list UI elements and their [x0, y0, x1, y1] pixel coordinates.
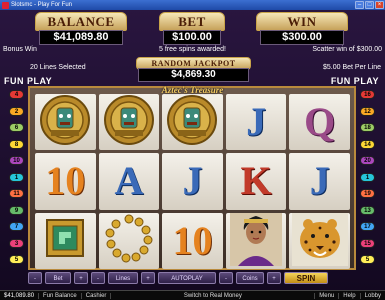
bet-increase-button[interactable]: +: [74, 272, 88, 284]
payline-marker[interactable]: 5: [9, 255, 24, 264]
win-meter: WIN $300.00: [256, 12, 348, 46]
reel-cell: 10: [35, 153, 96, 210]
card-symbol: 10: [45, 158, 86, 204]
payline-marker[interactable]: 9: [9, 205, 24, 215]
payline-marker[interactable]: 4: [9, 90, 24, 99]
gold-necklace-symbol: [102, 213, 156, 269]
payline-marker[interactable]: 12: [360, 106, 375, 116]
free-spins-text: 5 free spins awarded!: [159, 46, 226, 53]
card-symbol: K: [240, 158, 272, 204]
lines-selected-text: 20 Lines Selected: [30, 64, 86, 71]
lines-decrease-button[interactable]: -: [91, 272, 105, 284]
gold-idol-symbol: [103, 94, 155, 150]
payline-marker[interactable]: 7: [9, 222, 24, 231]
help-link[interactable]: Help: [339, 293, 361, 299]
random-jackpot-value: $4,869.30: [138, 68, 249, 82]
reel-cell: 10: [162, 212, 223, 269]
switch-real-money-link[interactable]: Switch to Real Money: [111, 293, 316, 299]
card-symbol: J: [309, 158, 330, 204]
reel-cell: [98, 94, 160, 151]
slot-game-window: Slotsmc - Play For Fun – □ × BALANCE $41…: [0, 0, 385, 300]
reel-cell: [35, 94, 96, 151]
close-button[interactable]: ×: [375, 1, 384, 9]
autoplay-button[interactable]: AUTOPLAY: [158, 272, 216, 284]
reel-cell: J: [289, 153, 350, 210]
status-balance-label: Fun Balance: [39, 293, 82, 299]
gold-idol-symbol: [39, 94, 91, 150]
coins-decrease-button[interactable]: -: [219, 272, 233, 284]
balance-value: $41,089.80: [39, 30, 123, 45]
reel-cell: [98, 212, 160, 269]
coins-increase-button[interactable]: +: [267, 272, 281, 284]
payline-marker[interactable]: 10: [9, 156, 24, 165]
game-logo: Aztec's Treasure: [161, 85, 224, 95]
bet-value: $100.00: [163, 30, 221, 45]
payline-marker[interactable]: 14: [360, 139, 375, 149]
payline-marker[interactable]: 6: [9, 123, 24, 132]
bet-label: BET: [159, 12, 225, 31]
payline-marker[interactable]: 13: [360, 205, 375, 215]
lobby-link[interactable]: Lobby: [361, 293, 385, 299]
payline-marker[interactable]: 17: [360, 222, 375, 231]
lines-button[interactable]: Lines: [108, 272, 138, 284]
bet-decrease-button[interactable]: -: [28, 272, 42, 284]
bonus-win-text: Bonus Win: [3, 46, 37, 53]
scatter-win-text: Scatter win of $300.00: [312, 46, 382, 53]
minimize-button[interactable]: –: [355, 1, 364, 9]
card-symbol: Q: [304, 99, 336, 145]
jade-emblem-symbol: [41, 214, 89, 267]
payline-marker[interactable]: 18: [360, 123, 375, 132]
reel-cell: A: [98, 153, 160, 210]
payline-marker[interactable]: 19: [360, 189, 375, 198]
reel-cell: J: [225, 94, 287, 151]
balance-meter: BALANCE $41,089.80: [35, 12, 127, 46]
payline-marker[interactable]: 16: [360, 90, 375, 99]
win-value: $300.00: [260, 30, 344, 45]
bet-per-line-text: $5.00 Bet Per Line: [323, 64, 381, 71]
card-symbol: J: [182, 158, 203, 204]
card-symbol: 10: [172, 217, 213, 263]
reel-cell: [162, 94, 223, 151]
lines-increase-button[interactable]: +: [141, 272, 155, 284]
payline-marker[interactable]: 5: [360, 255, 375, 264]
reel-cell: [289, 212, 350, 269]
app-icon: [2, 1, 9, 9]
card-symbol: A: [114, 158, 144, 204]
payline-marker[interactable]: 2: [9, 106, 24, 116]
payline-marker[interactable]: 20: [360, 156, 375, 165]
reel-cell: [35, 212, 96, 269]
window-title: Slotsmc - Play For Fun: [11, 2, 73, 8]
cashier-link[interactable]: Cashier: [82, 293, 112, 299]
payline-marker[interactable]: 3: [9, 238, 24, 248]
title-bar: Slotsmc - Play For Fun – □ ×: [0, 0, 385, 10]
spin-button[interactable]: SPIN: [284, 272, 328, 284]
aztec-princess-symbol: [230, 212, 283, 269]
control-bar: - Bet + - Lines + AUTOPLAY - Coins + SPIN: [28, 270, 356, 286]
reel-cell: J: [162, 153, 223, 210]
reel-cell: Q: [289, 94, 350, 151]
maximize-button[interactable]: □: [365, 1, 374, 9]
payline-marker[interactable]: 1: [9, 172, 24, 182]
win-label: WIN: [256, 12, 348, 31]
jaguar-symbol: [291, 212, 348, 269]
balance-label: BALANCE: [35, 12, 127, 31]
coins-button[interactable]: Coins: [236, 272, 264, 284]
payline-marker[interactable]: 8: [9, 139, 24, 149]
bet-button[interactable]: Bet: [45, 272, 71, 284]
reel-cell: [225, 212, 287, 269]
status-balance-value: $41,089.80: [0, 293, 40, 299]
payline-marker[interactable]: 1: [360, 172, 375, 182]
card-symbol: J: [246, 99, 267, 145]
bet-meter: BET $100.00: [159, 12, 225, 46]
reel-grid: J Q 10 A J K J 10: [35, 94, 350, 269]
gold-idol-symbol: [166, 94, 218, 150]
menu-link[interactable]: Menu: [315, 293, 340, 299]
status-bar: $41,089.80 Fun Balance Cashier Switch to…: [0, 290, 385, 300]
reel-cell: K: [225, 153, 287, 210]
payline-marker[interactable]: 15: [360, 238, 375, 248]
payline-marker[interactable]: 11: [9, 189, 24, 198]
